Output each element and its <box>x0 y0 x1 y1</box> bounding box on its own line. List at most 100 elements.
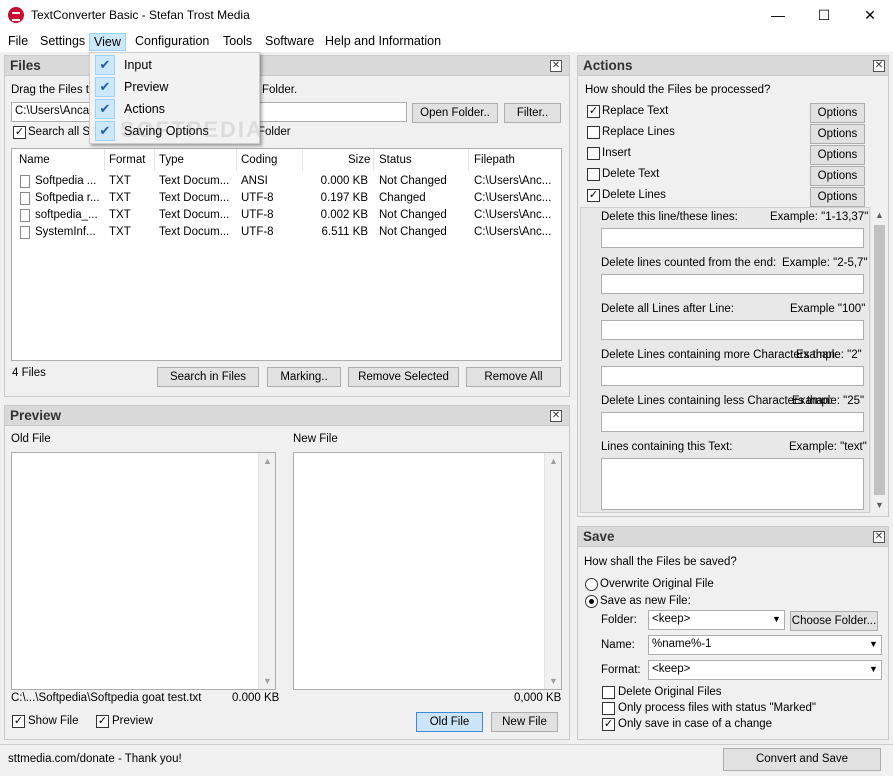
actions-scrollbar[interactable]: ▲ ▼ <box>870 207 887 513</box>
scroll-down-icon[interactable]: ▼ <box>259 676 276 686</box>
menu-configuration[interactable]: Configuration <box>131 33 213 51</box>
menu-tools[interactable]: Tools <box>219 33 256 51</box>
delete-text-label: Delete Text <box>602 168 660 180</box>
folder-select[interactable]: <keep> <box>648 610 785 630</box>
replace-text-label: Replace Text <box>602 105 669 117</box>
view-menu-item-preview[interactable]: ✔ Preview <box>90 76 259 98</box>
old-file-button[interactable]: Old File <box>416 712 483 732</box>
save-new-radio[interactable] <box>585 595 598 608</box>
check-icon: ✔ <box>95 77 115 97</box>
cell-type: Text Docum... <box>159 175 230 187</box>
cell-format: TXT <box>109 175 131 187</box>
remove-selected-button[interactable]: Remove Selected <box>348 367 459 387</box>
maximize-button[interactable]: ☐ <box>801 0 847 30</box>
scroll-down-icon[interactable]: ▼ <box>871 500 888 510</box>
scroll-up-icon[interactable]: ▲ <box>871 210 888 220</box>
files-close-icon[interactable]: ✕ <box>550 60 562 72</box>
marking-button[interactable]: Marking.. <box>267 367 341 387</box>
new-file-label: New File <box>293 433 338 445</box>
col-coding[interactable]: Coding <box>241 154 277 166</box>
contains-text-input[interactable] <box>601 458 864 510</box>
delete-lines-from-end-input[interactable] <box>601 274 864 294</box>
col-separator <box>236 149 237 171</box>
actions-question: How should the Files be processed? <box>585 84 771 96</box>
scroll-down-icon[interactable]: ▼ <box>545 676 562 686</box>
delete-lines-options-button[interactable]: Options <box>810 187 865 207</box>
delete-lines-checkbox[interactable]: ✓ <box>587 189 600 202</box>
old-file-size: 0.000 KB <box>232 692 280 704</box>
new-file-button[interactable]: New File <box>491 712 558 732</box>
table-row[interactable]: SystemInf... TXT Text Docum... UTF-8 6.5… <box>12 225 561 242</box>
overwrite-label: Overwrite Original File <box>600 578 714 590</box>
table-row[interactable]: Softpedia ... TXT Text Docum... ANSI 0.0… <box>12 174 561 191</box>
chevron-down-icon: ▼ <box>772 614 781 624</box>
show-file-checkbox[interactable]: ✓ <box>12 715 25 728</box>
overwrite-radio[interactable] <box>585 578 598 591</box>
donate-text[interactable]: sttmedia.com/donate - Thank you! <box>8 753 182 765</box>
menu-help[interactable]: Help and Information <box>321 33 445 51</box>
less-chars-input[interactable] <box>601 412 864 432</box>
delete-lines-input[interactable] <box>601 228 864 248</box>
search-subfolders-checkbox[interactable]: ✓ <box>13 126 26 139</box>
scrollbar[interactable]: ▲ ▼ <box>258 453 275 689</box>
only-marked-checkbox[interactable] <box>602 702 615 715</box>
menu-settings[interactable]: Settings <box>36 33 89 51</box>
replace-text-options-button[interactable]: Options <box>810 103 865 123</box>
cell-coding: UTF-8 <box>241 192 274 204</box>
open-folder-button[interactable]: Open Folder.. <box>412 103 498 123</box>
format-select[interactable]: <keep> <box>648 660 882 680</box>
minimize-button[interactable]: — <box>755 0 801 30</box>
table-row[interactable]: Softpedia r... TXT Text Docum... UTF-8 0… <box>12 191 561 208</box>
insert-checkbox[interactable] <box>587 147 600 160</box>
col-status[interactable]: Status <box>379 154 412 166</box>
delete-original-checkbox[interactable] <box>602 686 615 699</box>
cell-name: Softpedia r... <box>35 192 100 204</box>
close-button[interactable]: ✕ <box>847 0 893 30</box>
menu-view[interactable]: View <box>89 33 126 51</box>
scroll-up-icon[interactable]: ▲ <box>259 456 276 466</box>
scrollbar[interactable]: ▲ ▼ <box>544 453 561 689</box>
menu-file[interactable]: File <box>4 33 32 51</box>
folder-label: Folder: <box>601 614 637 626</box>
new-file-preview[interactable]: ▲ ▼ <box>293 452 562 690</box>
preview-close-icon[interactable]: ✕ <box>550 410 562 422</box>
file-list[interactable]: Name Format Type Coding Size Status File… <box>11 148 562 361</box>
delete-text-options-button[interactable]: Options <box>810 166 865 186</box>
scroll-thumb[interactable] <box>874 225 885 495</box>
search-subfolders-label: Search all Su <box>28 126 97 138</box>
more-chars-input[interactable] <box>601 366 864 386</box>
only-changed-label: Only save in case of a change <box>618 718 773 730</box>
replace-text-checkbox[interactable]: ✓ <box>587 105 600 118</box>
col-format[interactable]: Format <box>109 154 145 166</box>
replace-lines-options-button[interactable]: Options <box>810 124 865 144</box>
replace-lines-checkbox[interactable] <box>587 126 600 139</box>
search-in-files-button[interactable]: Search in Files <box>157 367 259 387</box>
scroll-up-icon[interactable]: ▲ <box>545 456 562 466</box>
status-divider <box>0 744 893 745</box>
menu-software[interactable]: Software <box>261 33 318 51</box>
convert-and-save-button[interactable]: Convert and Save <box>723 748 881 771</box>
col-name[interactable]: Name <box>19 154 50 166</box>
table-row[interactable]: softpedia_... TXT Text Docum... UTF-8 0.… <box>12 208 561 225</box>
actions-close-icon[interactable]: ✕ <box>873 60 885 72</box>
insert-options-button[interactable]: Options <box>810 145 865 165</box>
preview-checkbox[interactable]: ✓ <box>96 715 109 728</box>
menu-item-label: Actions <box>124 102 165 116</box>
view-menu-item-input[interactable]: ✔ Input <box>90 54 259 76</box>
name-select[interactable]: %name%-1 <box>648 635 882 655</box>
old-file-preview[interactable]: ▲ ▼ <box>11 452 276 690</box>
file-count: 4 Files <box>12 367 46 379</box>
field-example: Example "100" <box>790 303 866 315</box>
col-size[interactable]: Size <box>348 154 370 166</box>
save-close-icon[interactable]: ✕ <box>873 531 885 543</box>
filter-button[interactable]: Filter.. <box>504 103 561 123</box>
choose-folder-button[interactable]: Choose Folder... <box>790 611 878 631</box>
delete-original-label: Delete Original Files <box>618 686 722 698</box>
col-filepath[interactable]: Filepath <box>474 154 515 166</box>
only-changed-checkbox[interactable]: ✓ <box>602 718 615 731</box>
delete-text-checkbox[interactable] <box>587 168 600 181</box>
remove-all-button[interactable]: Remove All <box>466 367 561 387</box>
cell-format: TXT <box>109 226 131 238</box>
col-type[interactable]: Type <box>159 154 184 166</box>
delete-after-line-input[interactable] <box>601 320 864 340</box>
